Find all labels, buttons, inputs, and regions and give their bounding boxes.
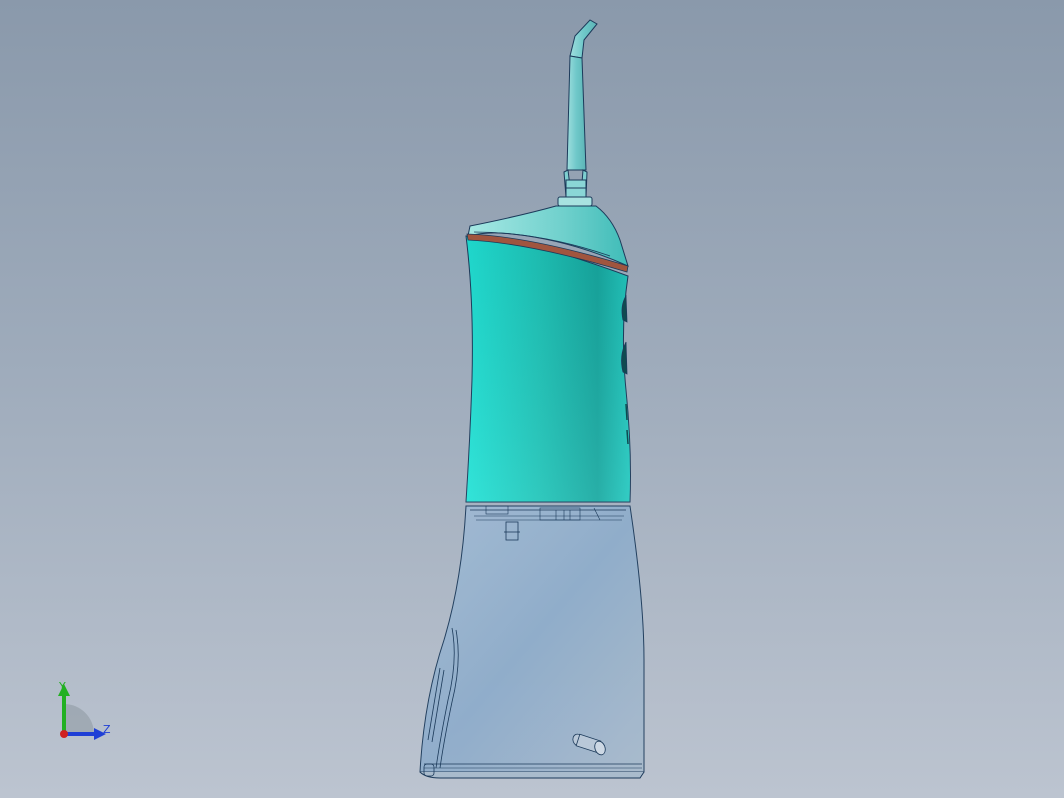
water-tank [419, 505, 645, 779]
handle-body [465, 233, 631, 503]
orientation-triad: Y Z [58, 680, 111, 740]
graphics-viewport[interactable]: Y Z [0, 0, 1064, 798]
nozzle[interactable] [557, 19, 598, 207]
y-axis-label: Y [58, 680, 66, 693]
z-axis-label: Z [103, 723, 111, 736]
x-axis-dot [60, 730, 68, 738]
water-flosser-model[interactable] [0, 0, 1064, 798]
